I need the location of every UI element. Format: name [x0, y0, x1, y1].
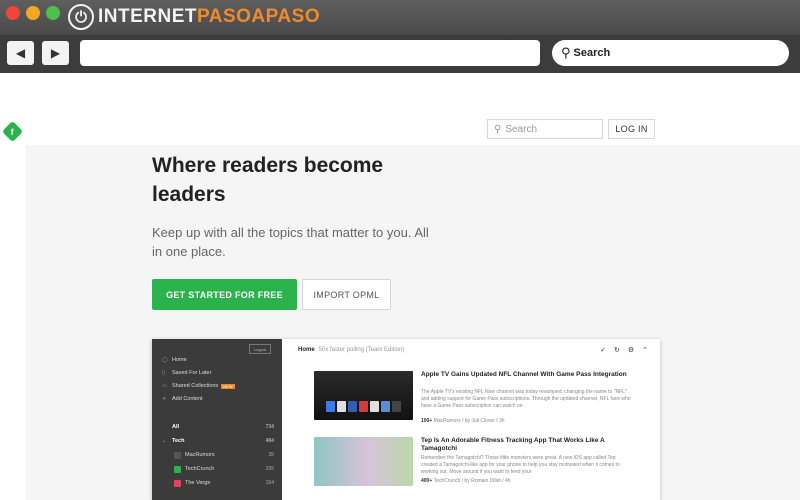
preview-sidebar: Logout ◯ Home ▯ Saved For Later ▭ Shared…: [152, 339, 282, 500]
preview-nav-label: Shared Collections: [172, 383, 219, 389]
preview-nav-label: Add Content: [172, 396, 203, 402]
article-thumbnail: [314, 437, 413, 486]
preview-feed-label: Tech: [172, 438, 185, 444]
preview-nav-shared: ▭ Shared Collections NEW: [162, 381, 274, 391]
search-icon: ⚲: [494, 123, 502, 135]
minimize-window-button[interactable]: [26, 6, 40, 20]
preview-feed-count: 295: [265, 466, 274, 472]
brand-text-prefix: INTERNET: [98, 6, 197, 27]
article-source: MacRumors / by Juli Clover / 3h: [432, 418, 505, 424]
preview-article: Tep Is An Adorable Fitness Tracking App …: [314, 437, 634, 493]
preview-header-title: Home: [298, 347, 315, 353]
chevron-down-icon: ⌄: [162, 438, 167, 444]
forward-button[interactable]: ▶: [42, 41, 69, 65]
article-meta: 400+ TechCrunch / by Romain Dillet / 4h: [421, 478, 631, 484]
article-engagement: 100+: [421, 418, 433, 424]
collapse-icon: ⌃: [642, 346, 648, 354]
preview-feed-count: 484: [265, 438, 274, 444]
article-snippet: Remember the Tamagotchi? Those little mo…: [421, 455, 620, 475]
preview-feed-label: MacRumors: [185, 452, 215, 458]
preview-nav-add: + Add Content: [162, 394, 274, 404]
article-thumbnail: [314, 371, 413, 420]
preview-logout-button: Logout: [249, 344, 271, 354]
article-title: Tep Is An Adorable Fitness Tracking App …: [421, 437, 605, 452]
preview-article: Apple TV Gains Updated NFL Channel With …: [314, 371, 634, 427]
search-icon: ⚲: [561, 45, 571, 61]
site-search[interactable]: ⚲: [487, 119, 603, 139]
preview-feed-label: The Verge: [185, 480, 211, 486]
forward-arrow-icon: ▶: [50, 46, 61, 60]
preview-feed-verge: The Verge 154: [174, 478, 274, 488]
watermark-logo: ⏻ INTERNETPASOAPASO: [68, 3, 320, 31]
close-window-button[interactable]: [6, 6, 20, 20]
get-started-button[interactable]: GET STARTED FOR FREE: [152, 279, 297, 310]
hero-headline: Where readers become leaders: [152, 154, 384, 206]
collection-icon: ▭: [162, 383, 167, 389]
preview-feed-all: All 734: [162, 422, 274, 432]
preview-feed-techcrunch: TechCrunch 295: [174, 464, 274, 474]
article-snippet: The Apple TV's existing NFL Now channel …: [421, 389, 631, 409]
preview-main: Home 50x faster polling (Team Edition) ✓ …: [282, 339, 660, 500]
refresh-icon: ↻: [613, 346, 620, 354]
home-icon: ◯: [162, 357, 168, 363]
hero-subline: Keep up with all the topics that matter …: [152, 225, 429, 259]
preview-header: Home 50x faster polling (Team Edition): [298, 347, 404, 353]
browser-search-label: Search: [573, 47, 611, 59]
preview-feed-macrumors: MacRumors 35: [174, 450, 274, 460]
check-icon: ✓: [600, 346, 606, 354]
article-meta: 100+ MacRumors / by Juli Clover / 3h: [421, 418, 631, 424]
preview-feed-count: 35: [268, 452, 274, 458]
bookmark-icon: ▯: [162, 370, 165, 376]
plus-icon: +: [162, 396, 167, 402]
preview-nav-home: ◯ Home: [162, 355, 274, 365]
preview-nav-saved: ▯ Saved For Later: [162, 368, 274, 378]
preview-feed-count: 154: [265, 480, 274, 486]
preview-nav-label: Home: [172, 357, 187, 363]
address-bar[interactable]: [80, 40, 540, 66]
brand-text-accent: PASOAPASO: [197, 6, 321, 27]
preview-toolbar: ✓ ↻ ⚙ ⌃: [600, 346, 648, 354]
power-icon: ⏻: [68, 4, 94, 30]
import-opml-button[interactable]: IMPORT OPML: [302, 279, 391, 310]
article-title: Apple TV Gains Updated NFL Channel With …: [421, 371, 627, 378]
back-arrow-icon: ◀: [15, 46, 26, 60]
maximize-window-button[interactable]: [46, 6, 60, 20]
article-engagement: 400+: [421, 478, 433, 484]
browser-toolbar: ◀ ▶ ⚲ Search: [0, 35, 800, 73]
preview-header-sub: 50x faster polling (Team Edition): [318, 347, 405, 353]
article-source: TechCrunch / by Romain Dillet / 4h: [432, 478, 511, 484]
preview-feed-label: All: [172, 424, 180, 430]
preview-feed-count: 734: [265, 424, 274, 430]
preview-feed-tech: ⌄ Tech 484: [162, 436, 274, 446]
browser-titlebar: ⏻ INTERNETPASOAPASO: [0, 0, 800, 35]
web-page: f ⚲ LOG IN Where readers become leaders …: [0, 73, 800, 500]
preview-nav-label: Saved For Later: [172, 370, 212, 376]
browser-search-bar[interactable]: ⚲ Search: [552, 40, 789, 66]
techcrunch-icon: [174, 465, 181, 473]
site-search-input[interactable]: [505, 123, 591, 135]
new-badge: NEW: [221, 383, 235, 389]
app-preview: Logout ◯ Home ▯ Saved For Later ▭ Shared…: [152, 339, 660, 500]
login-button[interactable]: LOG IN: [608, 119, 655, 139]
preview-feed-label: TechCrunch: [185, 466, 215, 472]
gear-icon: ⚙: [627, 346, 635, 354]
verge-icon: [174, 479, 181, 487]
macrumors-icon: [174, 451, 181, 459]
back-button[interactable]: ◀: [7, 41, 34, 65]
